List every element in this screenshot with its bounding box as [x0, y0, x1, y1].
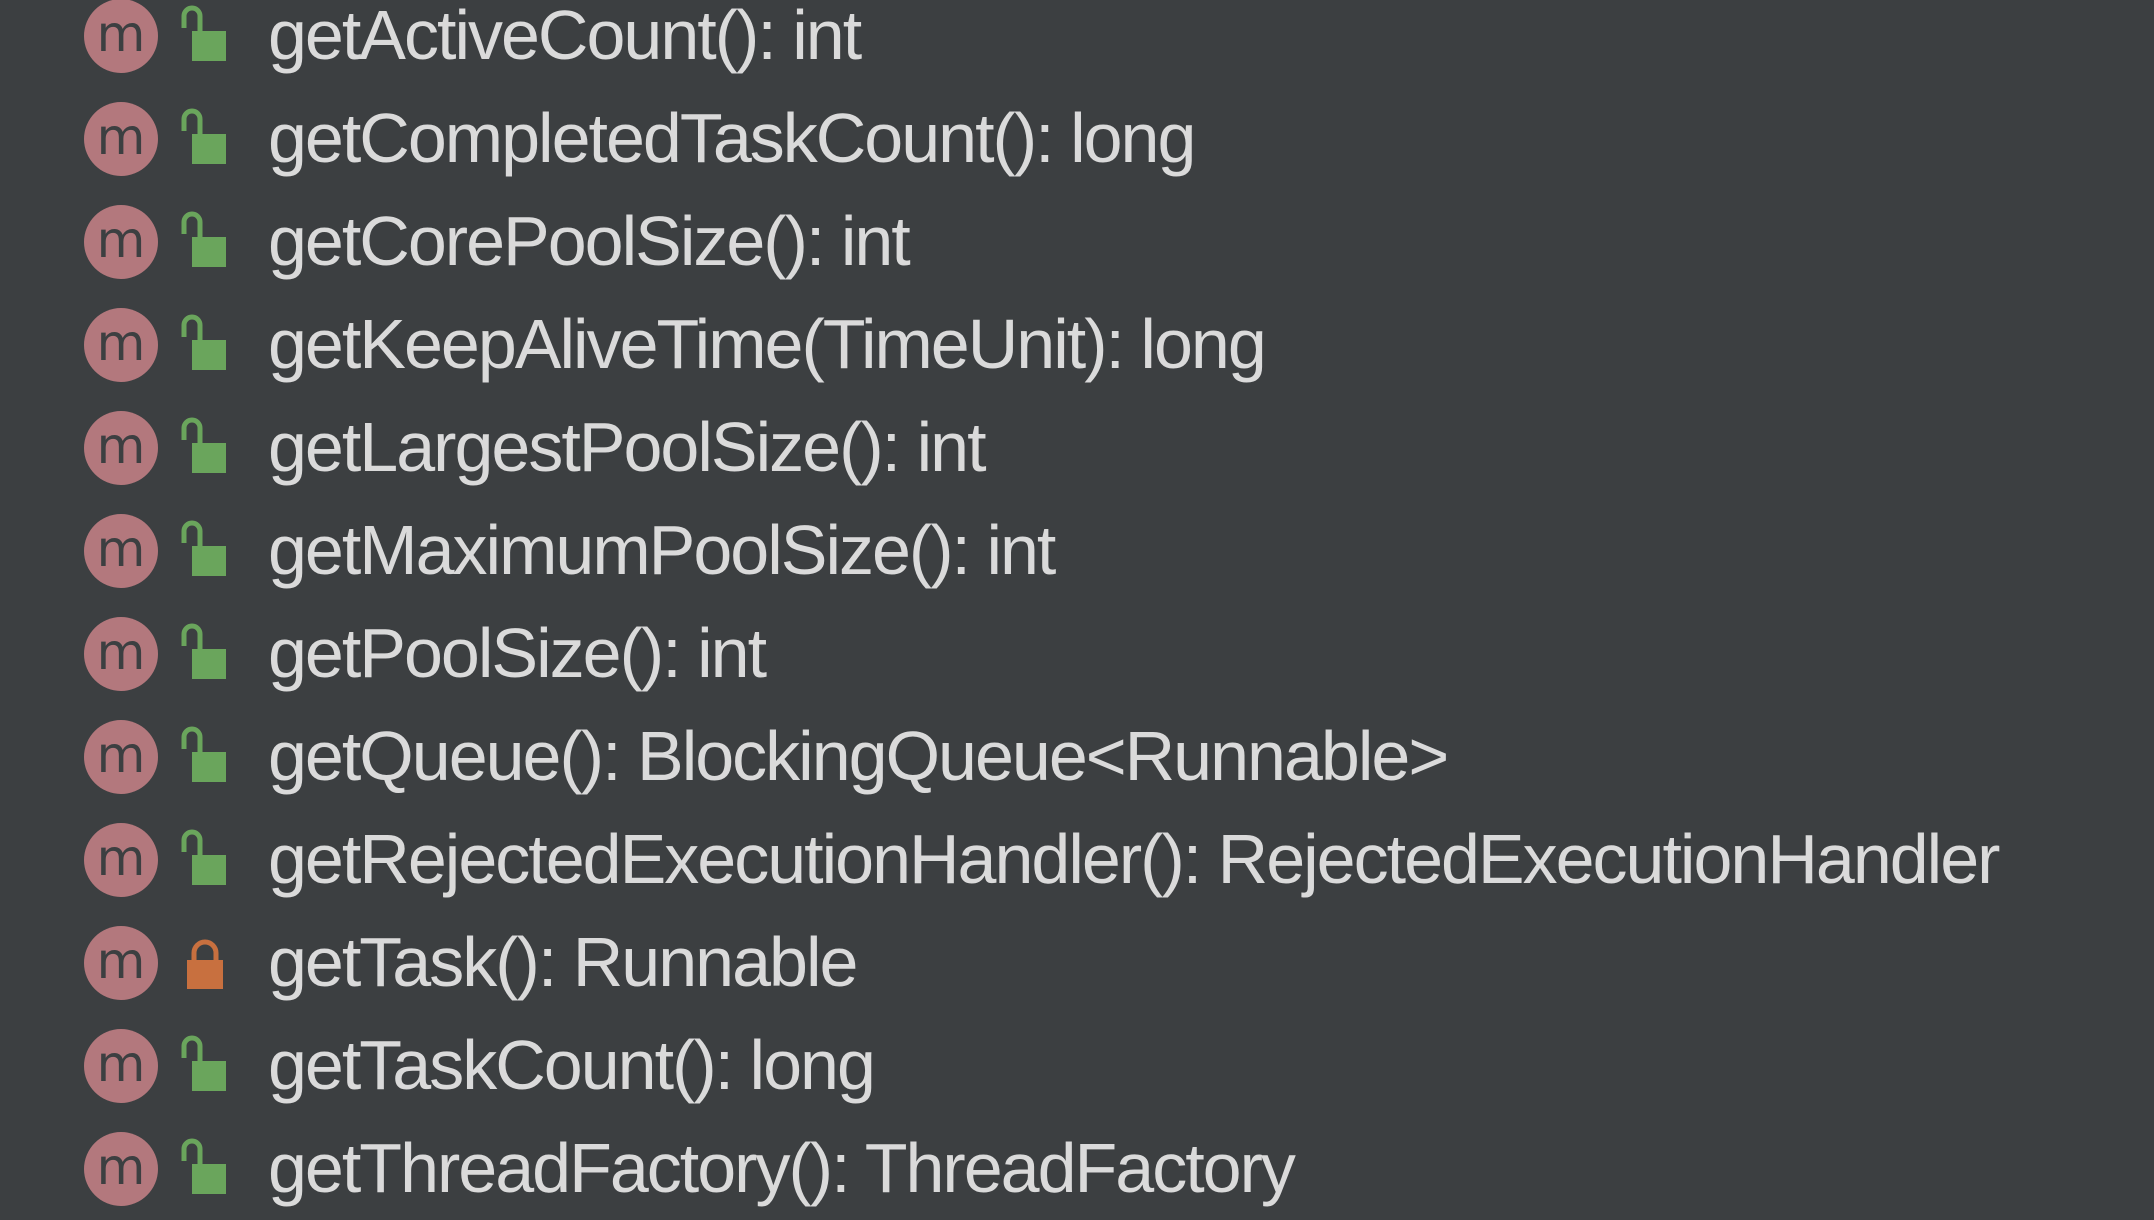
open-lock-icon	[181, 417, 226, 473]
method-signature: getThreadFactory(): ThreadFactory	[268, 1129, 1296, 1207]
open-lock-icon	[181, 314, 226, 370]
method-icon: m	[84, 0, 158, 73]
method-badge-letter: m	[96, 5, 146, 63]
open-lock-icon	[181, 108, 226, 164]
method-icon: m	[84, 823, 158, 897]
method-signature: getQueue(): BlockingQueue<Runnable>	[268, 717, 1449, 795]
method-signature: getCompletedTaskCount(): long	[268, 99, 1196, 177]
open-lock-icon	[181, 520, 226, 576]
public-access-icon	[180, 622, 230, 686]
method-signature: getRejectedExecutionHandler(): RejectedE…	[268, 820, 2000, 898]
method-row[interactable]: m getTask(): Runnable	[0, 911, 2154, 1014]
method-signature: getKeepAliveTime(TimeUnit): long	[268, 305, 1267, 383]
public-access-icon	[180, 4, 230, 68]
open-lock-icon	[181, 5, 226, 61]
method-badge-letter: m	[96, 1035, 146, 1093]
method-icon: m	[84, 720, 158, 794]
method-row[interactable]: m getPoolSize(): int	[0, 602, 2154, 705]
method-signature: getCorePoolSize(): int	[268, 202, 911, 280]
method-row[interactable]: m getActiveCount(): int	[0, 0, 2154, 87]
method-row[interactable]: m getThreadFactory(): ThreadFactory	[0, 1117, 2154, 1220]
public-access-icon	[180, 725, 230, 789]
method-row[interactable]: m getCorePoolSize(): int	[0, 190, 2154, 293]
method-badge-letter: m	[96, 417, 146, 475]
open-lock-icon	[181, 211, 226, 267]
private-access-icon	[180, 931, 230, 995]
method-signature: getLargestPoolSize(): int	[268, 408, 987, 486]
public-access-icon	[180, 210, 230, 274]
method-signature: getMaximumPoolSize(): int	[268, 511, 1056, 589]
method-icon: m	[84, 1029, 158, 1103]
public-access-icon	[180, 828, 230, 892]
open-lock-icon	[181, 726, 226, 782]
method-icon: m	[84, 102, 158, 176]
open-lock-icon	[181, 1138, 226, 1194]
open-lock-icon	[181, 623, 226, 679]
method-badge-letter: m	[96, 211, 146, 269]
method-badge-letter: m	[96, 520, 146, 578]
open-lock-icon	[181, 829, 226, 885]
method-row[interactable]: m getQueue(): BlockingQueue<Runnable>	[0, 705, 2154, 808]
public-access-icon	[180, 313, 230, 377]
method-row[interactable]: m getMaximumPoolSize(): int	[0, 499, 2154, 602]
method-row[interactable]: m getCompletedTaskCount(): long	[0, 87, 2154, 190]
method-icon: m	[84, 514, 158, 588]
method-signature: getPoolSize(): int	[268, 614, 767, 692]
method-badge-letter: m	[96, 829, 146, 887]
method-signature: getTask(): Runnable	[268, 923, 858, 1001]
public-access-icon	[180, 519, 230, 583]
method-signature: getTaskCount(): long	[268, 1026, 876, 1104]
method-row[interactable]: m getLargestPoolSize(): int	[0, 396, 2154, 499]
method-badge-letter: m	[96, 726, 146, 784]
method-row[interactable]: m getKeepAliveTime(TimeUnit): long	[0, 293, 2154, 396]
method-badge-letter: m	[96, 108, 146, 166]
method-icon: m	[84, 308, 158, 382]
method-badge-letter: m	[96, 623, 146, 681]
method-row[interactable]: m getTaskCount(): long	[0, 1014, 2154, 1117]
method-badge-letter: m	[96, 314, 146, 372]
public-access-icon	[180, 1137, 230, 1201]
method-icon: m	[84, 205, 158, 279]
method-row[interactable]: m getRejectedExecutionHandler(): Rejecte…	[0, 808, 2154, 911]
method-icon: m	[84, 926, 158, 1000]
method-icon: m	[84, 411, 158, 485]
public-access-icon	[180, 1034, 230, 1098]
public-access-icon	[180, 416, 230, 480]
method-icon: m	[84, 617, 158, 691]
method-badge-letter: m	[96, 932, 146, 990]
open-lock-icon	[181, 1035, 226, 1091]
public-access-icon	[180, 107, 230, 171]
method-icon: m	[84, 1132, 158, 1206]
closed-lock-icon	[187, 939, 223, 989]
method-badge-letter: m	[96, 1138, 146, 1196]
structure-method-list: m getActiveCount(): int m getCompletedTa…	[0, 0, 2154, 1214]
method-signature: getActiveCount(): int	[268, 0, 862, 74]
